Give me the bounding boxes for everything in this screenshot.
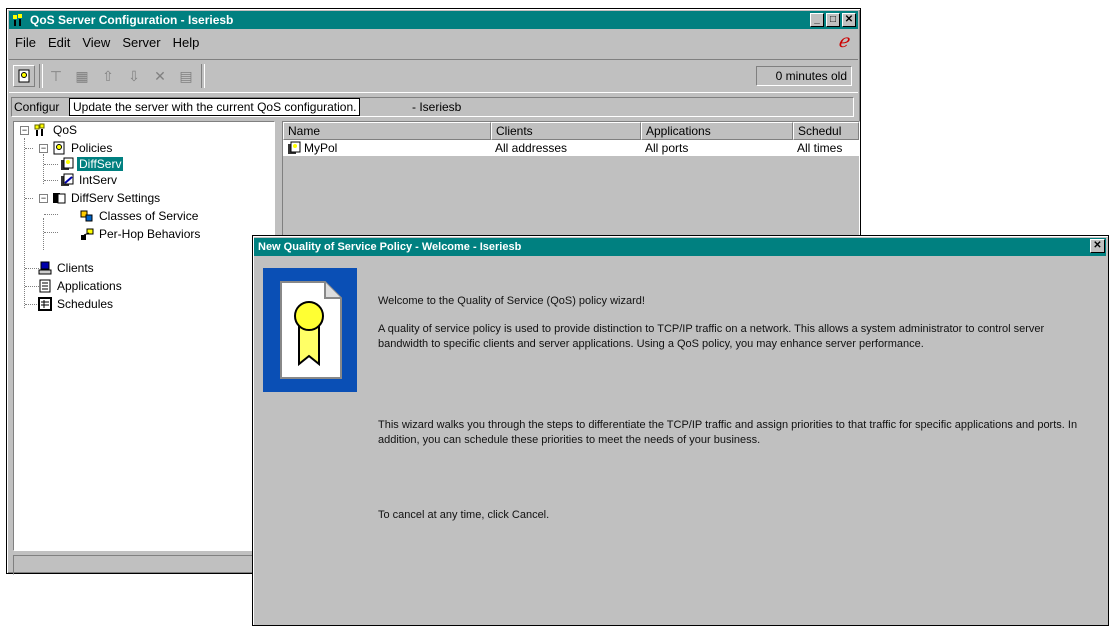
main-titlebar[interactable]: QoS Server Configuration - Iseriesb _ □ …: [9, 11, 858, 29]
tree-item-per-hop-behaviors[interactable]: Per-Hop Behaviors: [80, 226, 202, 242]
classes-of-service-icon: [80, 210, 93, 222]
tree-item-classes-of-service[interactable]: Classes of Service: [80, 208, 200, 224]
menu-help[interactable]: Help: [167, 35, 206, 50]
expand-policies-toggle[interactable]: −: [39, 144, 48, 153]
tree-item-clients[interactable]: Clients: [38, 260, 96, 276]
main-window-title: QoS Server Configuration - Iseriesb: [30, 13, 234, 27]
column-applications[interactable]: Applications: [641, 122, 793, 140]
clients-icon: [38, 261, 52, 275]
tree-item-qos[interactable]: QoS: [34, 122, 79, 138]
cancel-hint: To cancel at any time, click Cancel.: [378, 509, 550, 521]
tree-item-intserv[interactable]: IntServ: [60, 172, 119, 188]
dialog-titlebar[interactable]: New Quality of Service Policy - Welcome …: [254, 238, 1106, 256]
row-schedule-cell: All times: [797, 141, 843, 155]
path-label: Configur: [14, 100, 60, 114]
policies-icon: [53, 141, 65, 155]
close-button[interactable]: ✕: [842, 13, 856, 27]
policy-icon: [18, 69, 30, 83]
steps-paragraph: This wizard walks you through the steps …: [378, 419, 1078, 446]
menu-server[interactable]: Server: [116, 35, 166, 50]
ibm-e-logo-icon: ℯ: [838, 31, 849, 52]
schedules-icon: [38, 297, 52, 311]
wizard-policy-ribbon-icon: [263, 268, 357, 392]
row-applications-cell: All ports: [645, 141, 689, 155]
intro-paragraph: A quality of service policy is used to p…: [378, 323, 1045, 350]
menu-file[interactable]: File: [9, 35, 42, 50]
menubar: File Edit View Server Help: [9, 31, 858, 53]
expand-diffserv-settings-toggle[interactable]: −: [39, 194, 48, 203]
menu-edit[interactable]: Edit: [42, 35, 76, 50]
navigation-tree: − QoS − Policies DiffServ IntServ − Diff…: [13, 121, 275, 551]
toolbar: ⊤ ▦ ⇧ ⇩ ✕ ▤ 0 minutes old: [9, 59, 858, 93]
applications-icon: [39, 279, 51, 293]
tree-item-policies[interactable]: Policies: [52, 140, 114, 156]
intserv-policy-icon: [61, 173, 74, 186]
minimize-button[interactable]: _: [810, 13, 824, 27]
row-name-cell: MyPol: [283, 140, 491, 156]
dialog-close-button[interactable]: ✕: [1090, 239, 1105, 253]
per-hop-behaviors-icon: [81, 228, 94, 240]
new-policy-wizard-dialog: New Quality of Service Policy - Welcome …: [252, 235, 1109, 626]
policy-icon: [288, 141, 301, 154]
column-schedule[interactable]: Schedul: [793, 122, 859, 140]
qos-icon: [34, 123, 45, 136]
row-clients-cell: All addresses: [495, 141, 568, 155]
diffserv-settings-icon: [53, 193, 66, 204]
maximize-button[interactable]: □: [826, 13, 840, 27]
list-header: Name Clients Applications Schedul: [283, 122, 859, 140]
menu-view[interactable]: View: [76, 35, 116, 50]
move-up-button[interactable]: ⇧: [97, 65, 119, 87]
column-name[interactable]: Name: [283, 122, 491, 140]
properties-sheet-button[interactable]: ▤: [175, 65, 197, 87]
dialog-title: New Quality of Service Policy - Welcome …: [258, 241, 522, 253]
tree-item-applications[interactable]: Applications: [38, 278, 124, 294]
update-tooltip: Update the server with the current QoS c…: [69, 98, 361, 116]
diffserv-policy-icon: [61, 157, 74, 170]
tree-item-diffserv[interactable]: DiffServ: [60, 156, 124, 172]
update-server-button[interactable]: [13, 65, 35, 87]
table-row[interactable]: MyPol All addresses All ports All times: [283, 140, 859, 156]
config-age-indicator: 0 minutes old: [756, 66, 852, 86]
column-clients[interactable]: Clients: [491, 122, 641, 140]
welcome-text: Welcome to the Quality of Service (QoS) …: [378, 295, 645, 307]
tree-item-schedules[interactable]: Schedules: [38, 296, 115, 312]
tree-item-diffserv-settings[interactable]: DiffServ Settings: [52, 190, 162, 206]
qos-app-icon: [13, 14, 22, 26]
delete-button[interactable]: ✕: [149, 65, 171, 87]
properties-button[interactable]: ⊤: [45, 65, 67, 87]
status-bar: [13, 555, 273, 575]
path-server-name: - Iseriesb: [412, 100, 462, 114]
move-down-button[interactable]: ⇩: [123, 65, 145, 87]
copy-button[interactable]: ▦: [71, 65, 93, 87]
expand-qos-toggle[interactable]: −: [20, 126, 29, 135]
